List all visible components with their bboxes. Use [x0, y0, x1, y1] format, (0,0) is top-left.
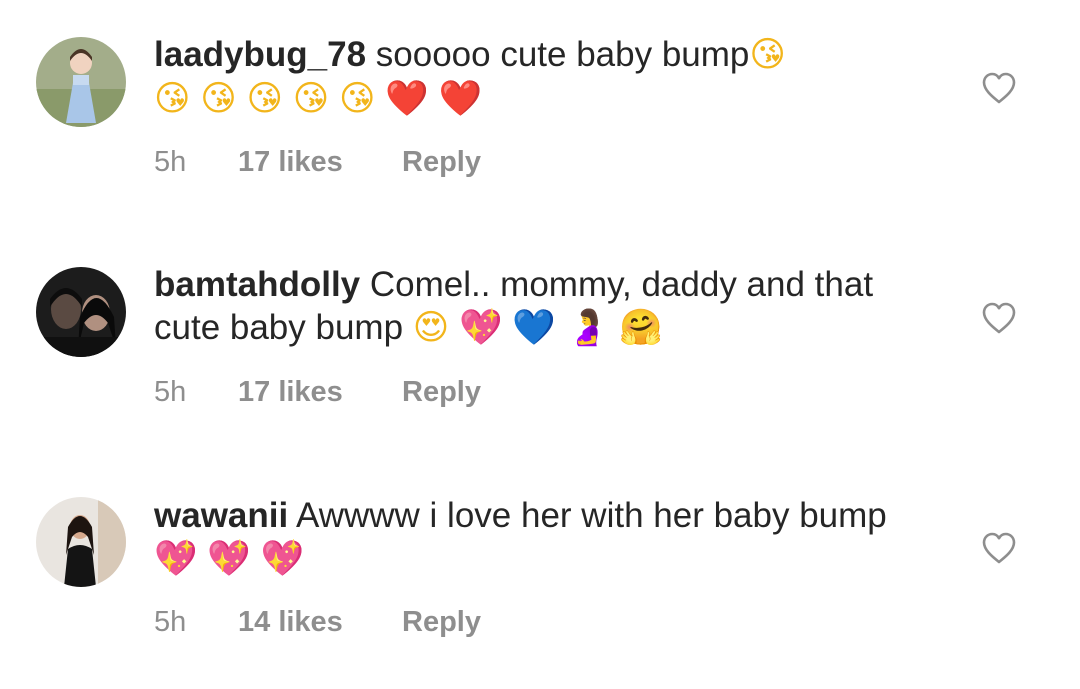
- hugging-face-emoji: 🤗: [619, 308, 663, 348]
- comment-time: 5h: [154, 606, 187, 638]
- kissing-face-emoji: 😘: [154, 79, 191, 119]
- avatar[interactable]: [36, 37, 126, 127]
- pregnant-woman-emoji: 🤰: [565, 308, 610, 348]
- reply-button[interactable]: Reply: [402, 376, 481, 409]
- comment-body: Awwww i love her with her baby bump: [296, 496, 887, 535]
- comment-text: laadybug_78 sooooo cute baby bump😘 😘 😘 😘 …: [154, 33, 914, 121]
- comment-text: wawanii Awwww i love her with her baby b…: [154, 494, 914, 581]
- red-heart-emoji: ❤️: [438, 79, 483, 119]
- avatar[interactable]: [36, 267, 126, 357]
- reply-button[interactable]: Reply: [402, 606, 481, 639]
- comment-likes[interactable]: 17 likes: [238, 376, 402, 409]
- heart-outline-icon[interactable]: [981, 531, 1017, 565]
- comment-body: sooooo cute baby bump: [375, 35, 750, 74]
- comment-username[interactable]: wawanii: [154, 496, 288, 535]
- sparkling-heart-emoji: 💖: [154, 539, 198, 579]
- comment-username[interactable]: laadybug_78: [154, 35, 366, 74]
- heart-outline-icon[interactable]: [981, 301, 1017, 335]
- kissing-face-emoji: 😘: [338, 79, 376, 119]
- comment-text: bamtahdolly Comel.. mommy, daddy and tha…: [154, 263, 914, 350]
- heart-eyes-emoji: 😍: [412, 308, 450, 348]
- kissing-face-emoji: 😘: [292, 79, 330, 119]
- sparkling-heart-emoji: 💖: [459, 308, 503, 348]
- heart-outline-icon[interactable]: [981, 71, 1017, 105]
- comment-time: 5h: [154, 376, 187, 408]
- comment-meta: 5h 17 likes Reply: [154, 376, 481, 409]
- blue-heart-emoji: 💙: [512, 308, 556, 348]
- comment-time: 5h: [154, 146, 187, 178]
- comment-likes[interactable]: 17 likes: [238, 146, 402, 179]
- reply-button[interactable]: Reply: [402, 146, 481, 179]
- sparkling-heart-emoji: 💖: [207, 539, 251, 579]
- comment-meta: 5h 17 likes Reply: [154, 146, 481, 179]
- sparkling-heart-emoji: 💖: [260, 539, 305, 579]
- kissing-face-emoji: 😘: [246, 79, 283, 119]
- comment-username[interactable]: bamtahdolly: [154, 265, 360, 304]
- red-heart-emoji: ❤️: [385, 79, 429, 119]
- kissing-face-emoji: 😘: [200, 79, 237, 119]
- avatar[interactable]: [36, 497, 126, 587]
- kissing-face-emoji: 😘: [749, 35, 786, 75]
- comment-likes[interactable]: 14 likes: [238, 606, 402, 639]
- comment-meta: 5h 14 likes Reply: [154, 606, 481, 639]
